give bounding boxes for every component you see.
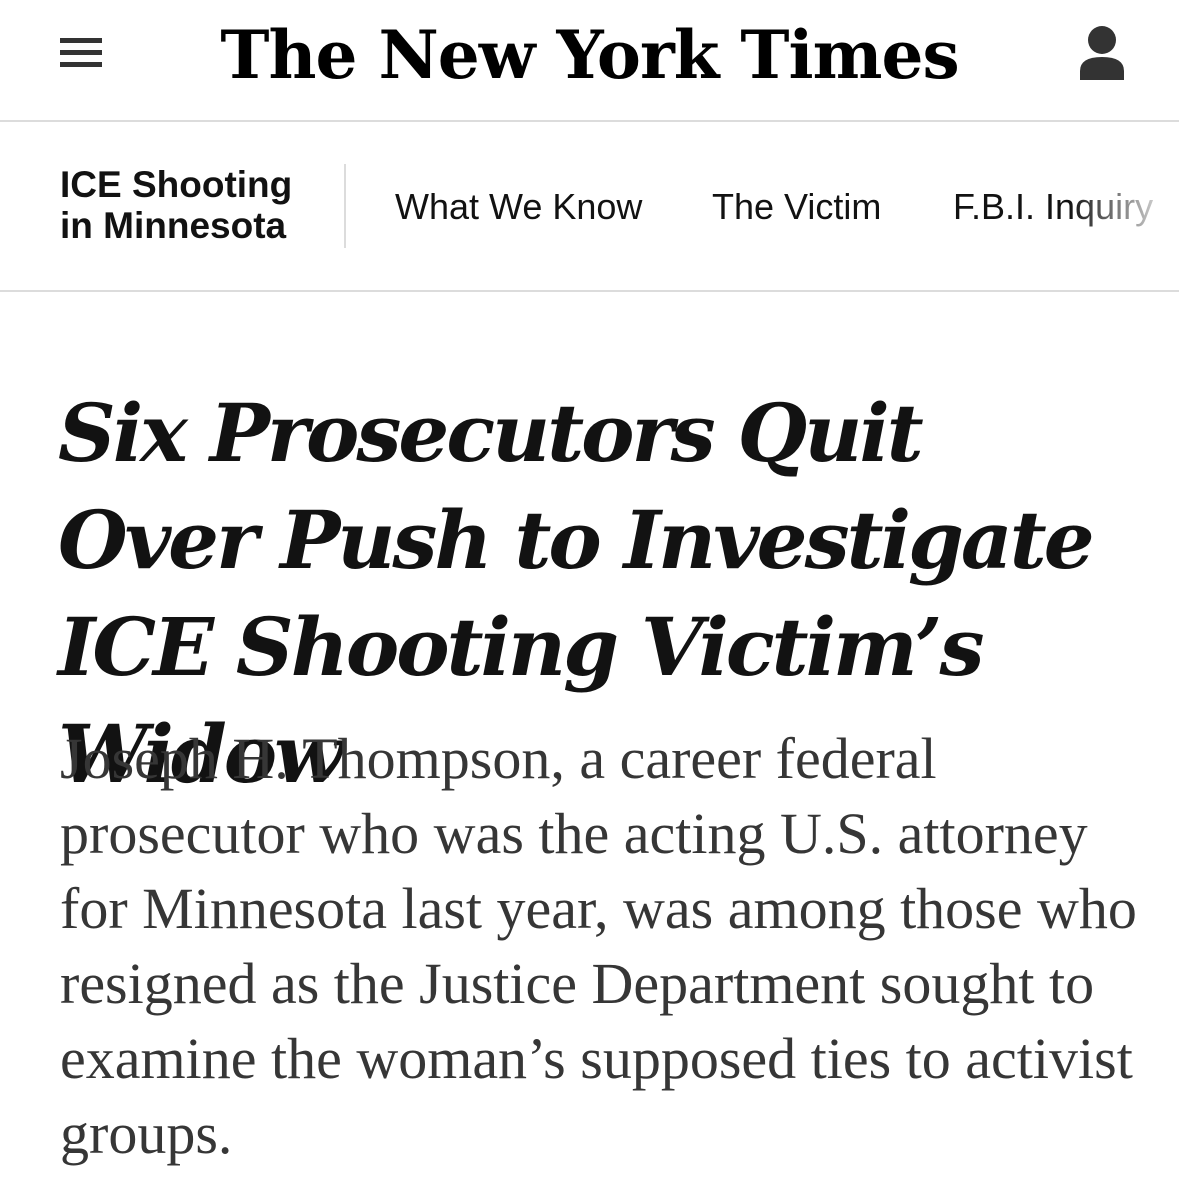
nav-item-what-we-know[interactable]: What We Know bbox=[395, 186, 642, 228]
user-account-icon[interactable] bbox=[1076, 24, 1128, 82]
section-label[interactable]: ICE Shooting in Minnesota bbox=[60, 164, 330, 246]
nav-item-fbi-inquiry[interactable]: F.B.I. Inquiry bbox=[953, 186, 1153, 228]
section-nav: ICE Shooting in Minnesota What We Know T… bbox=[0, 122, 1179, 292]
article-summary: Joseph H. Thompson, a career federal pro… bbox=[60, 726, 1137, 1166]
masthead: The New York Times bbox=[0, 0, 1179, 122]
user-account-icon-graphic bbox=[1080, 26, 1124, 80]
nyt-logo[interactable]: The New York Times bbox=[0, 12, 1179, 98]
nav-item-the-victim[interactable]: The Victim bbox=[712, 186, 881, 228]
section-divider bbox=[344, 164, 346, 248]
